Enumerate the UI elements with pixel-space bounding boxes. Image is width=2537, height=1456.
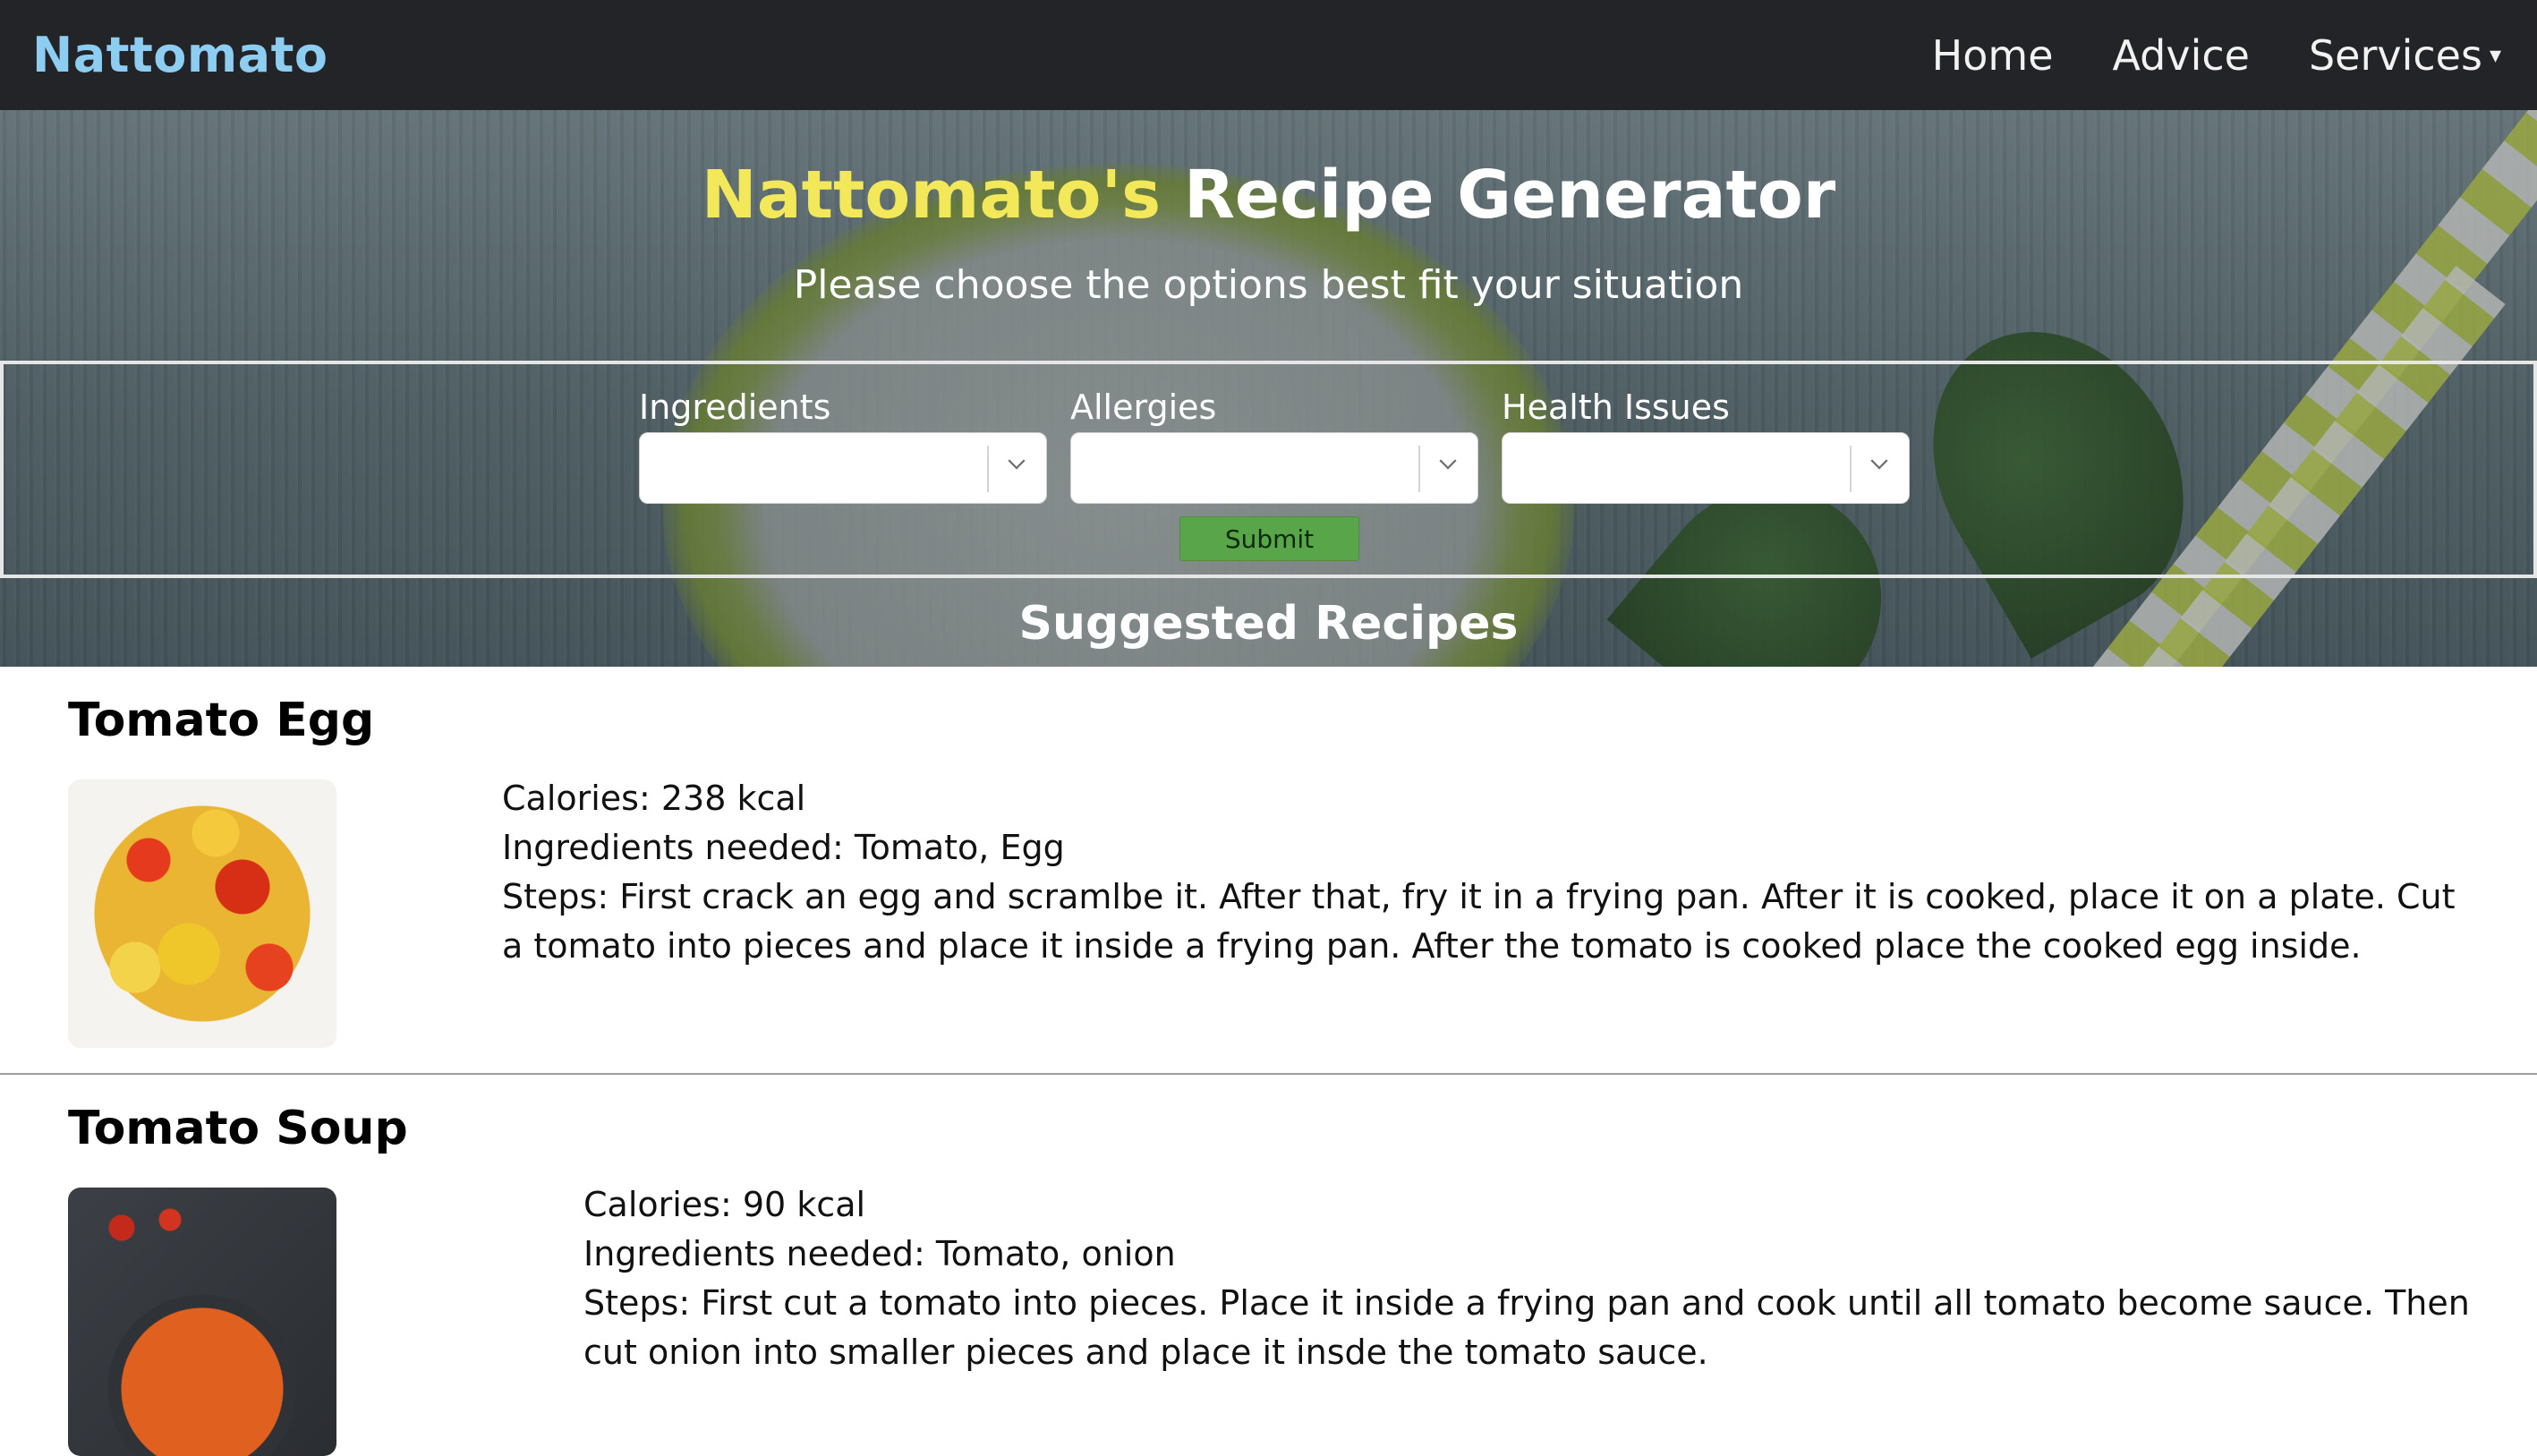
select-separator — [1850, 446, 1852, 492]
hero-section: Nattomato's Recipe Generator Please choo… — [0, 110, 2537, 667]
recipe-title: Tomato Soup — [68, 1102, 408, 1155]
filter-health-issues: Health Issues — [1502, 387, 1910, 504]
recipe-steps: Steps: First crack an egg and scramlbe i… — [502, 877, 2456, 966]
brand-logo-link[interactable]: Nattomato — [32, 27, 328, 83]
filter-allergies-label: Allergies — [1070, 387, 1217, 427]
recipe-card: Tomato Soup Calories: 90 kcal Ingredient… — [0, 1075, 2537, 1456]
nav-services-link[interactable]: Services — [2309, 31, 2482, 80]
recipe-ingredients: Ingredients needed: Tomato, Egg — [502, 828, 1065, 867]
page-subtitle: Please choose the options best fit your … — [793, 262, 1744, 308]
chevron-down-icon[interactable] — [1439, 452, 1457, 470]
top-navbar: Nattomato Home Advice Services ▾ — [0, 0, 2537, 110]
chevron-down-icon[interactable] — [1870, 452, 1888, 470]
ingredients-select[interactable] — [639, 432, 1047, 504]
select-separator — [1418, 446, 1420, 492]
page-title: Nattomato's Recipe Generator — [0, 157, 2537, 234]
page-title-accent: Nattomato's — [701, 157, 1162, 234]
select-separator — [987, 446, 989, 492]
health-issues-select[interactable] — [1502, 432, 1910, 504]
allergies-select[interactable] — [1070, 432, 1478, 504]
filter-ingredients: Ingredients — [639, 387, 1047, 504]
nav-home-link[interactable]: Home — [1932, 31, 2054, 80]
recipe-calories: Calories: 238 kcal — [502, 779, 806, 818]
filter-health-issues-label: Health Issues — [1502, 387, 1730, 427]
nav-advice-link[interactable]: Advice — [2113, 31, 2250, 80]
recipe-details: Calories: 90 kcal Ingredients needed: To… — [583, 1180, 2472, 1377]
recipe-calories: Calories: 90 kcal — [583, 1185, 866, 1224]
recipe-title: Tomato Egg — [68, 694, 375, 747]
filter-allergies: Allergies — [1070, 387, 1478, 504]
nav-services-dropdown[interactable]: Services ▾ — [2309, 31, 2501, 80]
nav-links: Home Advice Services ▾ — [1932, 31, 2501, 80]
suggested-recipes-heading: Suggested Recipes — [1018, 597, 1519, 651]
page-title-rest: Recipe Generator — [1161, 157, 1836, 234]
recipe-image-tomato-egg — [68, 779, 336, 1048]
recipe-details: Calories: 238 kcal Ingredients needed: T… — [502, 774, 2471, 971]
recipe-card: Tomato Egg Calories: 238 kcal Ingredient… — [0, 667, 2537, 1075]
filter-ingredients-label: Ingredients — [639, 387, 831, 427]
recipe-steps: Steps: First cut a tomato into pieces. P… — [583, 1283, 2470, 1372]
recipe-image-tomato-soup — [68, 1188, 336, 1456]
submit-button[interactable]: Submit — [1179, 516, 1359, 561]
recipe-ingredients: Ingredients needed: Tomato, onion — [583, 1234, 1176, 1273]
chevron-down-icon[interactable] — [1008, 452, 1026, 470]
caret-down-icon: ▾ — [2489, 41, 2501, 69]
